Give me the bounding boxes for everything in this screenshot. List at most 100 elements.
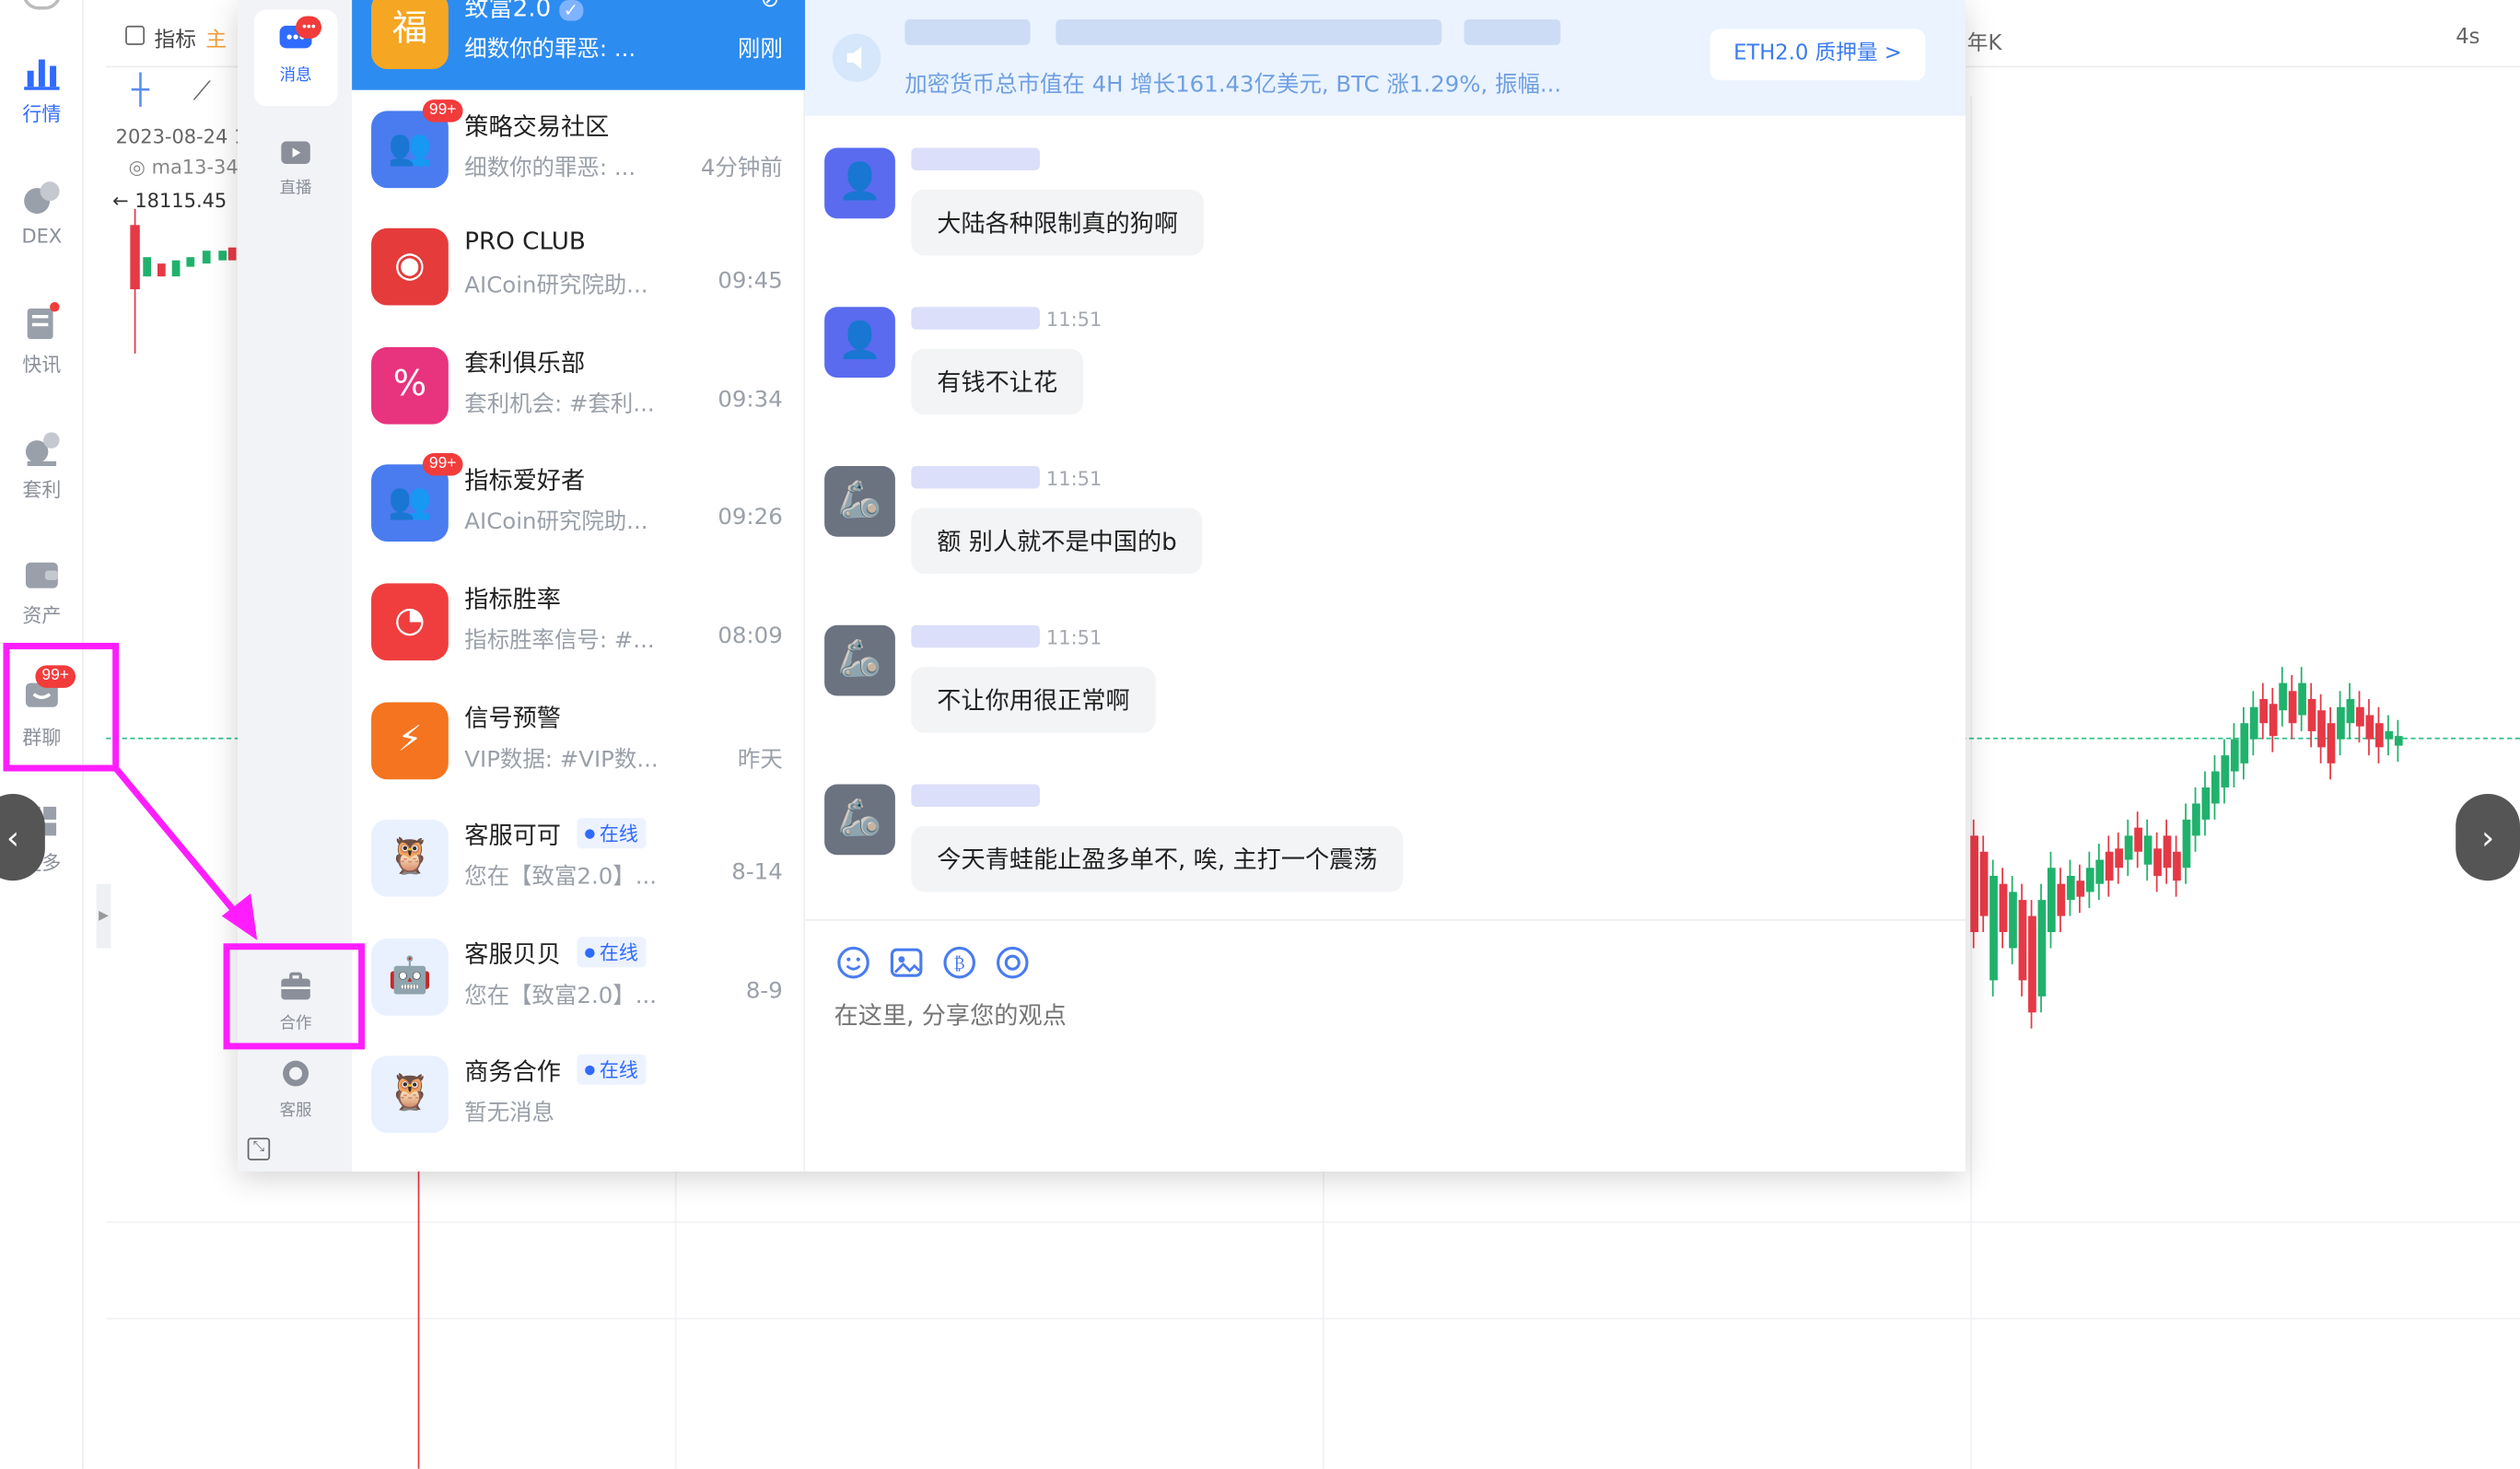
sender-avatar[interactable]: 🦾 <box>824 624 895 696</box>
candle-body <box>2201 787 2211 820</box>
message-bubble: 今天青蛙能止盈多单不, 唉, 主打一个震荡 <box>911 825 1404 892</box>
nav-market[interactable]: 行情 <box>0 52 84 148</box>
conversation-item[interactable]: % 套利俱乐部 套利机会: #套利... 09:34 <box>352 326 805 445</box>
indicator-sub-label[interactable]: 主 <box>205 22 227 52</box>
candle-body <box>2259 699 2269 724</box>
conversation-time: 昨天 <box>737 746 783 773</box>
candle-body <box>2240 723 2249 764</box>
conversation-time: 8-14 <box>731 859 783 886</box>
conversation-item[interactable]: ◔ 指标胜率 指标胜率信号: #... 08:09 <box>352 563 805 682</box>
conversation-item[interactable]: 🤖 客服贝贝 在线 您在【致富2.0】... 8-9 <box>352 917 805 1036</box>
candle-body <box>2337 706 2345 740</box>
conversation-avatar: % <box>371 346 449 425</box>
nav-label: 资产 <box>22 604 62 627</box>
conversation-item[interactable]: 福致富2.0 ✓ 细数你的罪恶: ... 刚刚 ⊘ <box>352 0 806 90</box>
conversation-item[interactable]: 🦉 商务合作 在线 暂无消息 <box>352 1035 805 1154</box>
message-time: 11:51 <box>1045 309 1102 332</box>
conversation-item[interactable]: 🦉 客服可可 在线 您在【致富2.0】... 8-14 <box>352 799 805 918</box>
grid-line <box>106 1221 2520 1223</box>
candle-body <box>2163 835 2172 869</box>
candle-body <box>2009 892 2017 949</box>
indicator-icon[interactable] <box>125 25 146 45</box>
next-arrow-button[interactable]: › <box>2456 793 2520 881</box>
conversation-time: 09:26 <box>718 505 783 531</box>
emoji-icon[interactable] <box>834 943 873 982</box>
grid-line <box>106 1317 2520 1320</box>
screen: 指标 主 年K 4s ┼ ⟋ 2023-08-24 1 ◎ ma13-34 ← … <box>0 0 2520 1469</box>
nav-assets[interactable]: 资产 <box>0 553 84 649</box>
ma-label: ma13-34 <box>151 156 239 179</box>
chart-date: 2023-08-24 1 <box>115 125 239 148</box>
announcement-text: 加密货币总市值在 4H 增长161.43亿美元, BTC 涨1.29%, 振幅.… <box>904 72 1562 99</box>
blurred-sender-name <box>911 784 1040 807</box>
message-input[interactable] <box>834 1001 1799 1031</box>
chat-message: 🦾 今天青蛙能止盈多单不, 唉, 主打一个震荡 <box>824 784 1949 929</box>
tab-service[interactable]: 客服 <box>254 1044 338 1141</box>
conversation-name: 指标胜率 <box>464 585 561 614</box>
conversation-item[interactable]: ⚡ 信号预警 VIP数据: #VIP数... 昨天 <box>352 681 805 799</box>
nav-label: 行情 <box>22 102 62 126</box>
conversation-avatar: 👥 <box>371 110 449 188</box>
indicator-tab[interactable]: 指标 <box>155 22 196 52</box>
candle-body <box>1970 835 1978 933</box>
announcement-button[interactable]: ETH2.0 质押量 > <box>1709 29 1926 81</box>
candle-body <box>2192 803 2200 836</box>
blurred-title <box>1056 18 1442 45</box>
conversation-preview: AICoin研究院助... <box>464 273 648 299</box>
candle-body <box>2115 848 2124 869</box>
nav-news[interactable]: 快讯 <box>0 302 84 399</box>
conversation-list: 福致富2.0 ✓ 细数你的罪恶: ... 刚刚 ⊘ 👥 策略交易社区细数你的罪恶: ...… <box>352 0 806 1172</box>
tab-messages[interactable]: 消息 ••• <box>253 9 338 107</box>
crosshair-icon[interactable]: ┼ <box>132 76 160 106</box>
conversation-name: 策略交易社区 <box>464 111 610 141</box>
conversation-name: 指标爱好者 <box>464 466 586 496</box>
sender-avatar[interactable]: 👤 <box>824 147 895 219</box>
interval-label[interactable]: 4s <box>2456 26 2479 50</box>
conversation-preview: AICoin研究院助... <box>464 509 648 536</box>
candle-body <box>2173 851 2181 881</box>
message-bubble: 有钱不让花 <box>911 348 1084 415</box>
period-label[interactable]: 年K <box>1967 26 2002 56</box>
nav-arbitrage[interactable]: 套利 <box>0 427 84 524</box>
online-status: 在线 <box>577 1055 647 1086</box>
candles-left <box>130 208 237 354</box>
coin-icon[interactable]: ₿ <box>940 943 979 982</box>
conversation-time: 4分钟前 <box>700 155 783 181</box>
rail-collapse-handle[interactable]: ▶ <box>96 883 111 949</box>
nav-dex[interactable]: DEX <box>0 177 84 274</box>
tab-live[interactable]: 直播 <box>254 122 338 219</box>
candle-body <box>1979 851 1989 916</box>
candle-body <box>2269 704 2278 737</box>
candle-body <box>2095 859 2105 884</box>
conversation-preview: VIP数据: #VIP数... <box>464 746 659 773</box>
image-icon[interactable] <box>887 943 926 982</box>
chat-message: 🦾 11:51 额 别人就不是中国的b <box>824 466 1949 611</box>
candle-body <box>2365 715 2374 740</box>
candle-body <box>2385 730 2394 740</box>
conversation-item[interactable]: 👥 策略交易社区 细数你的罪恶: ... 4分钟前 99+ <box>352 89 805 208</box>
top-avatar[interactable] <box>22 0 62 10</box>
message-bubble: 额 别人就不是中国的b <box>911 507 1203 574</box>
mention-icon[interactable] <box>993 943 1032 982</box>
mute-icon[interactable]: ⊘ <box>761 0 779 13</box>
message-bubble: 大陆各种限制真的狗啊 <box>911 189 1204 256</box>
conversation-time: 8-9 <box>745 978 783 1005</box>
expand-icon[interactable]: ⤡ <box>247 1137 271 1160</box>
sender-avatar[interactable]: 🦾 <box>824 784 895 856</box>
announcement-bar[interactable]: 加密货币总市值在 4H 增长161.43亿美元, BTC 涨1.29%, 振幅.… <box>805 0 1966 116</box>
conversation-item[interactable]: 👥 指标爱好者 AICoin研究院助... 09:26 99+ <box>352 444 805 563</box>
sender-avatar[interactable]: 🦾 <box>824 466 895 537</box>
sender-avatar[interactable]: 👤 <box>824 307 895 379</box>
eye-icon[interactable]: ◎ <box>129 156 146 178</box>
conversation-preview: 细数你的罪恶: ... <box>464 155 636 181</box>
prev-arrow-button[interactable]: ‹ <box>0 793 45 881</box>
tab-label: 直播 <box>279 180 312 198</box>
tab-label: 消息 <box>279 67 312 86</box>
conversation-item[interactable]: ◉ PRO CLUB AICoin研究院助... 09:45 <box>352 207 805 326</box>
chat-message: 🦾 11:51 不让你用很正常啊 <box>824 624 1949 770</box>
line-tool-icon[interactable]: ⟋ <box>192 76 221 106</box>
blurred-sender-name <box>911 624 1040 648</box>
conversation-name: 客服可可 在线 <box>464 818 647 852</box>
blurred-sender-name <box>911 466 1040 489</box>
message-header: 11:51 <box>911 624 1102 658</box>
